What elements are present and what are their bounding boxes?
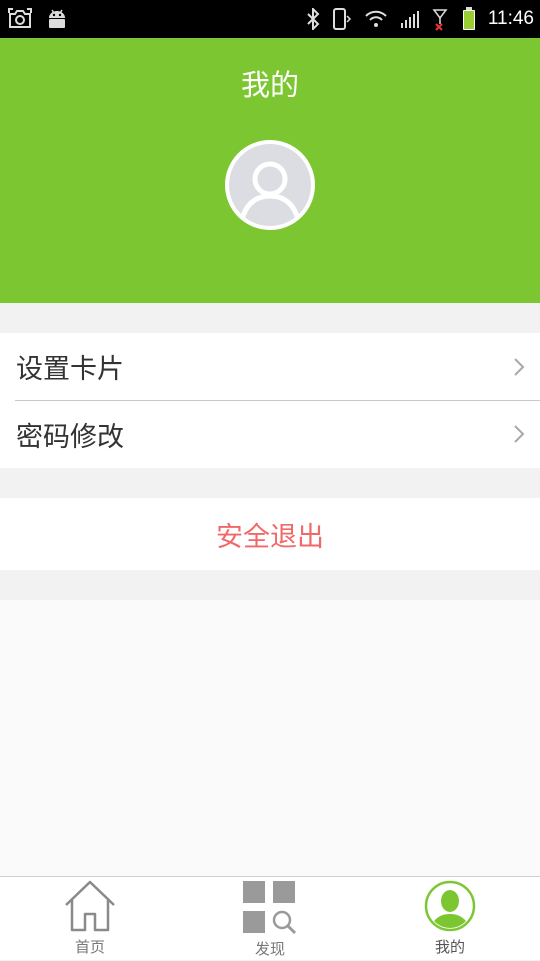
status-bar: 11:46 bbox=[0, 0, 540, 38]
default-avatar-icon bbox=[239, 161, 301, 221]
nav-item-home[interactable]: 首页 bbox=[40, 877, 140, 961]
menu-item-card-settings[interactable]: 设置卡片 bbox=[0, 333, 540, 401]
chevron-right-icon bbox=[514, 425, 525, 443]
page-title: 我的 bbox=[240, 68, 299, 102]
bluetooth-icon bbox=[307, 8, 320, 30]
profile-header: 我的 bbox=[0, 38, 540, 303]
nav-label-discover: 发现 bbox=[254, 940, 285, 958]
android-icon bbox=[49, 9, 65, 28]
discover-grid-icon bbox=[243, 881, 297, 935]
menu-item-label: 设置卡片 bbox=[16, 354, 124, 385]
profile-avatar-icon bbox=[424, 880, 476, 932]
settings-menu: 设置卡片 密码修改 bbox=[0, 333, 540, 468]
battery-icon bbox=[462, 7, 475, 30]
menu-item-change-password[interactable]: 密码修改 bbox=[0, 400, 540, 468]
chevron-right-icon bbox=[514, 357, 525, 376]
wifi-icon bbox=[365, 10, 387, 27]
nav-label-home: 首页 bbox=[74, 938, 105, 956]
screenshot-icon bbox=[8, 8, 32, 28]
status-time: 11:46 bbox=[487, 8, 534, 29]
home-icon bbox=[65, 880, 115, 932]
nav-item-mine[interactable]: 我的 bbox=[400, 877, 500, 961]
vibrate-icon bbox=[332, 8, 351, 30]
nav-label-mine: 我的 bbox=[434, 938, 465, 956]
logout-label: 安全退出 bbox=[216, 521, 324, 553]
avatar[interactable] bbox=[225, 140, 315, 230]
logout-button[interactable]: 安全退出 bbox=[0, 498, 540, 570]
nav-item-discover[interactable]: 发现 bbox=[220, 877, 320, 961]
content-background bbox=[0, 600, 540, 876]
menu-item-label: 密码修改 bbox=[16, 421, 124, 453]
bottom-nav: 首页 发现 我的 bbox=[0, 876, 540, 960]
no-sim-signal-icon bbox=[432, 9, 448, 31]
signal-icon bbox=[400, 11, 419, 28]
